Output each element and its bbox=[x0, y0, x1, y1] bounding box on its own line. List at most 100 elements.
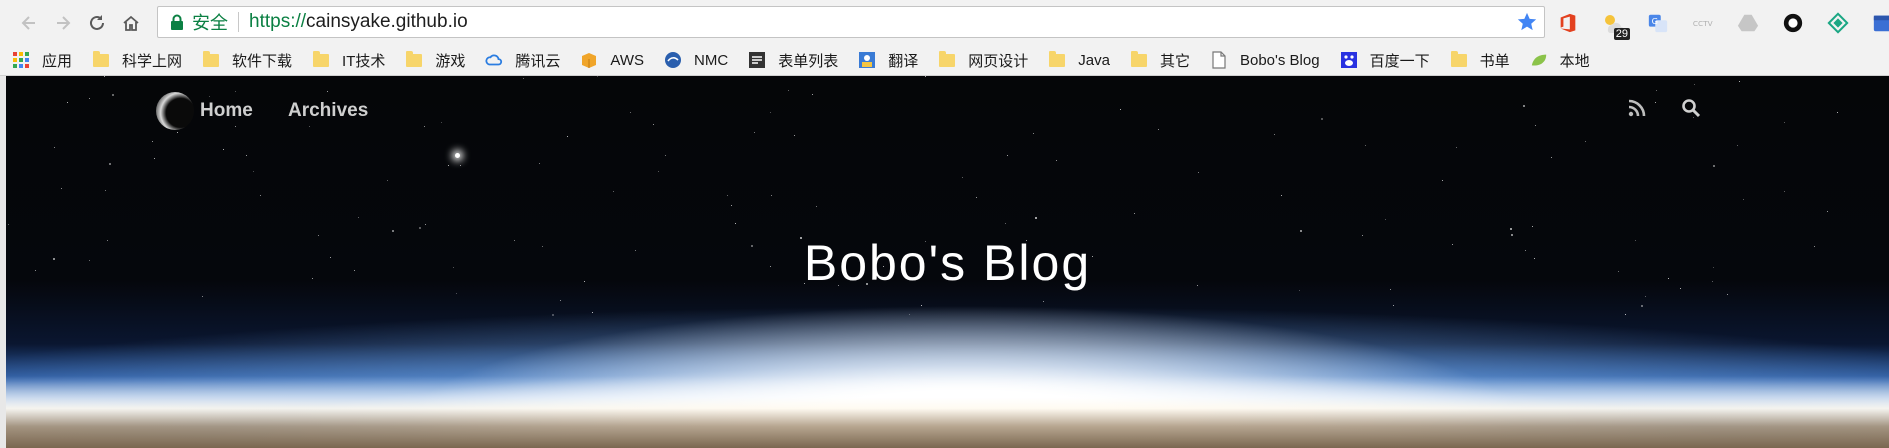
bookmark-item[interactable]: 应用 bbox=[12, 47, 80, 73]
bookmark-item[interactable]: AWS bbox=[580, 47, 652, 73]
address-bar[interactable]: 安全 https://cainsyake.github.io bbox=[157, 6, 1545, 38]
bookmark-label: 软件下载 bbox=[232, 52, 293, 70]
circle-icon[interactable] bbox=[1780, 10, 1806, 36]
star bbox=[54, 147, 55, 148]
weather-icon[interactable]: 29 bbox=[1600, 10, 1630, 40]
extensions-area: 29 G CCTV bbox=[1555, 6, 1889, 40]
reload-icon bbox=[90, 14, 104, 30]
bookmark-item[interactable]: 腾讯云 bbox=[485, 47, 568, 73]
nav-home-link[interactable]: Home bbox=[200, 100, 253, 122]
star bbox=[1784, 191, 1785, 192]
search-icon[interactable] bbox=[1681, 98, 1701, 118]
folder-icon bbox=[202, 50, 220, 69]
blog-title: Bobo's Blog bbox=[803, 235, 1092, 291]
star bbox=[1365, 145, 1366, 146]
star bbox=[771, 195, 772, 196]
bookmark-item[interactable]: 书单 bbox=[1450, 47, 1518, 73]
bookmark-item[interactable]: 科学上网 bbox=[92, 47, 190, 73]
url-host: cainsyake.github.io bbox=[306, 11, 468, 32]
bookmark-label: 腾讯云 bbox=[515, 52, 561, 70]
star bbox=[1641, 305, 1643, 307]
svg-text:CCTV: CCTV bbox=[1693, 19, 1713, 28]
back-button[interactable] bbox=[12, 6, 46, 40]
back-arrow-icon bbox=[21, 15, 35, 30]
star bbox=[658, 171, 659, 172]
bookmark-label: NMC bbox=[694, 51, 729, 69]
star bbox=[976, 197, 977, 198]
star bbox=[613, 191, 614, 192]
reload-button[interactable] bbox=[80, 6, 114, 40]
bookmark-label: AWS bbox=[610, 51, 645, 69]
diamond-icon[interactable] bbox=[1825, 10, 1851, 36]
star bbox=[1743, 199, 1744, 200]
star bbox=[1585, 141, 1586, 142]
bookmark-label: 翻译 bbox=[888, 52, 919, 70]
forward-arrow-icon bbox=[57, 15, 71, 30]
bookmark-item[interactable]: 翻译 bbox=[858, 47, 926, 73]
star bbox=[1393, 305, 1394, 306]
star bbox=[456, 293, 457, 294]
url-text[interactable]: https://cainsyake.github.io bbox=[249, 11, 468, 33]
translate-icon[interactable]: G bbox=[1645, 10, 1671, 36]
cctv-icon[interactable]: CCTV bbox=[1690, 10, 1716, 36]
bookmark-label: 书单 bbox=[1479, 52, 1510, 70]
star bbox=[1551, 157, 1552, 158]
bookmark-item[interactable]: 网页设计 bbox=[938, 47, 1036, 73]
star bbox=[1727, 294, 1728, 295]
bookmark-item[interactable]: 本地 bbox=[1530, 47, 1598, 73]
home-icon bbox=[123, 15, 139, 31]
star bbox=[1300, 230, 1302, 232]
bookmark-item[interactable]: 表单列表 bbox=[748, 47, 846, 73]
bookmark-item[interactable]: Bobo's Blog bbox=[1210, 47, 1328, 73]
drive-icon[interactable] bbox=[1735, 10, 1761, 36]
star bbox=[1713, 165, 1715, 167]
star bbox=[223, 149, 224, 150]
bookmark-item[interactable]: 百度一下 bbox=[1340, 47, 1438, 73]
aws-icon bbox=[580, 51, 598, 69]
star bbox=[1007, 155, 1008, 156]
home-button[interactable] bbox=[114, 6, 148, 40]
bookmark-label: 表单列表 bbox=[778, 52, 839, 70]
star bbox=[105, 190, 106, 191]
bookmark-item[interactable]: NMC bbox=[664, 47, 736, 73]
office-icon[interactable] bbox=[1555, 10, 1581, 36]
star bbox=[1385, 219, 1386, 220]
bookmark-item[interactable]: IT技术 bbox=[312, 47, 393, 73]
star bbox=[552, 314, 554, 316]
star bbox=[260, 195, 261, 196]
bookmark-item[interactable]: 软件下载 bbox=[202, 47, 300, 73]
apps-grid-icon bbox=[12, 51, 30, 69]
star bbox=[152, 141, 153, 142]
star bbox=[735, 223, 736, 224]
star bbox=[448, 165, 449, 166]
bookmark-label: 游戏 bbox=[435, 52, 466, 70]
star bbox=[154, 158, 155, 159]
calendar-icon[interactable] bbox=[1870, 10, 1889, 36]
form-icon bbox=[748, 51, 766, 69]
star bbox=[1532, 226, 1533, 227]
folder-icon bbox=[312, 50, 330, 69]
star bbox=[1056, 160, 1057, 161]
bookmark-star-icon[interactable] bbox=[1516, 11, 1538, 33]
lock-icon bbox=[171, 14, 183, 30]
folder-icon bbox=[1130, 50, 1148, 69]
folder-icon bbox=[1450, 50, 1468, 69]
moon-logo-icon[interactable] bbox=[156, 92, 194, 130]
bookmark-label: Bobo's Blog bbox=[1239, 51, 1320, 69]
forward-button[interactable] bbox=[46, 6, 80, 40]
address-separator bbox=[238, 12, 239, 32]
bookmarks-bar: 应用 科学上网 软件下载 IT技术 游戏 腾讯云 AWS NMC 表单列表 翻译 网页设计 Java 其… bbox=[0, 45, 1889, 76]
nav-archives-link[interactable]: Archives bbox=[288, 100, 368, 122]
star bbox=[246, 155, 247, 156]
rss-icon[interactable] bbox=[1627, 98, 1647, 118]
star bbox=[358, 217, 359, 218]
star bbox=[1442, 180, 1443, 181]
bookmark-item[interactable]: 其它 bbox=[1130, 47, 1198, 73]
cloud-icon bbox=[485, 51, 503, 69]
bookmark-label: 科学上网 bbox=[122, 52, 183, 70]
bookmark-label: Java bbox=[1078, 51, 1110, 69]
star bbox=[425, 224, 426, 225]
bookmark-item[interactable]: 游戏 bbox=[405, 47, 473, 73]
star bbox=[1198, 172, 1199, 173]
bookmark-item[interactable]: Java bbox=[1048, 47, 1118, 73]
